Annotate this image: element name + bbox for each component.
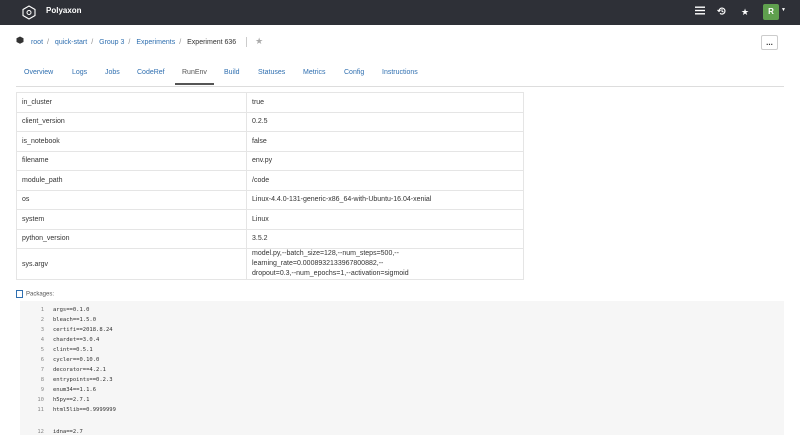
breadcrumb-group[interactable]: Group 3 <box>99 39 124 46</box>
tab-coderef[interactable]: CodeRef <box>130 62 172 85</box>
packages-label: Packages: <box>16 290 54 298</box>
breadcrumb-separator: / <box>128 39 131 46</box>
table-row: system Linux <box>16 209 524 230</box>
env-key: is_notebook <box>16 131 247 152</box>
polyaxon-logo-icon[interactable] <box>21 5 37 20</box>
line-number: 7 <box>40 367 44 373</box>
env-key: system <box>16 209 247 230</box>
tab-instructions[interactable]: Instructions <box>375 62 425 85</box>
file-icon <box>16 290 23 298</box>
env-value: false <box>246 131 524 152</box>
chevron-down-icon[interactable]: ▼ <box>781 7 786 13</box>
breadcrumb-separator: / <box>91 39 94 46</box>
tab-logs[interactable]: Logs <box>65 62 94 85</box>
package-entry: clint==0.5.1 <box>53 347 93 353</box>
bookmark-star-icon[interactable]: ★ <box>255 36 263 47</box>
env-value: 0.2.5 <box>246 111 524 132</box>
tab-build[interactable]: Build <box>217 62 247 85</box>
cube-icon <box>16 36 24 46</box>
packages-label-text: Packages: <box>26 291 55 298</box>
table-row: client_version 0.2.5 <box>16 111 524 132</box>
menu-icon[interactable] <box>694 6 706 18</box>
env-key: os <box>16 189 247 210</box>
breadcrumb: root / quick-start / Group 3 / Experiments /… <box>16 36 263 48</box>
env-key: in_cluster <box>16 92 247 113</box>
divider <box>246 37 248 48</box>
tab-metrics[interactable]: Metrics <box>296 62 333 85</box>
packages-code-block: 1 args==0.1.0 2 bleach==1.5.0 3 certifi==20… <box>20 301 784 435</box>
env-value: Linux <box>246 209 524 230</box>
breadcrumb-root[interactable]: root <box>31 39 43 46</box>
table-row: is_notebook false <box>16 131 524 152</box>
breadcrumb-experiments[interactable]: Experiments <box>136 39 175 46</box>
package-entry: h5py==2.7.1 <box>53 397 90 403</box>
tab-statuses[interactable]: Statuses <box>251 62 292 85</box>
env-value: 3.5.2 <box>246 228 524 249</box>
brand-name[interactable]: Polyaxon <box>46 6 82 15</box>
line-number: 9 <box>40 387 44 393</box>
env-value-line: model.py,--batch_size=128,--num_steps=50… <box>252 250 399 267</box>
line-number: 3 <box>40 327 44 333</box>
package-entry: idna==2.7 <box>53 429 83 435</box>
env-value-line: dropout=0.3,--num_epochs=1,--activation=… <box>252 270 409 277</box>
table-row: filename env.py <box>16 150 524 171</box>
env-key: sys.argv <box>16 248 247 280</box>
env-value: true <box>246 92 524 113</box>
table-row: sys.argv model.py,--batch_size=128,--num_… <box>16 248 524 280</box>
table-row: python_version 3.5.2 <box>16 228 524 249</box>
table-row: os Linux-4.4.0-131-generic-x86_64-with-Ub… <box>16 189 524 210</box>
line-number: 10 <box>37 397 44 403</box>
tab-config[interactable]: Config <box>337 62 371 85</box>
top-navbar: Polyaxon ★ R ▼ <box>0 0 800 25</box>
line-number: 12 <box>37 429 44 435</box>
breadcrumb-separator: / <box>179 39 182 46</box>
env-value: env.py <box>246 150 524 171</box>
package-entry: certifi==2018.8.24 <box>53 327 113 333</box>
package-entry: entrypoints==0.2.3 <box>53 377 113 383</box>
line-number: 4 <box>40 337 44 343</box>
more-actions-button[interactable]: ... <box>761 35 778 50</box>
table-row: module_path/code <box>16 170 524 191</box>
line-number: 2 <box>40 317 44 323</box>
tab-bar: Overview Logs Jobs CodeRef RunEnv Build … <box>16 62 784 87</box>
run-env-table: in_cluster true client_version 0.2.5 is_no… <box>16 92 524 280</box>
history-icon[interactable] <box>716 6 728 19</box>
tab-jobs[interactable]: Jobs <box>98 62 127 85</box>
star-icon[interactable]: ★ <box>739 6 751 18</box>
avatar[interactable]: R <box>763 4 779 20</box>
package-entry: html5lib==0.9999999 <box>53 407 116 413</box>
line-number: 6 <box>40 357 44 363</box>
env-value: /code <box>246 170 524 191</box>
package-entry: args==0.1.0 <box>53 307 90 313</box>
breadcrumb-current: Experiment 636 <box>187 39 237 46</box>
line-number: 8 <box>40 377 44 383</box>
line-number: 11 <box>37 407 44 413</box>
env-key: python_version <box>16 228 247 249</box>
breadcrumb-project[interactable]: quick-start <box>55 39 87 46</box>
tab-overview[interactable]: Overview <box>17 62 60 85</box>
package-entry: bleach==1.5.0 <box>53 317 97 323</box>
env-key: client_version <box>16 111 247 132</box>
env-key: filename <box>16 150 247 171</box>
env-key: module_path <box>16 170 247 191</box>
package-entry: decorator==4.2.1 <box>53 367 106 373</box>
package-entry: enum34==1.1.6 <box>53 387 97 393</box>
breadcrumb-separator: / <box>47 39 49 46</box>
package-entry: cycler==0.10.0 <box>53 357 100 363</box>
package-entry: chardet==3.0.4 <box>53 337 100 343</box>
env-value: model.py,--batch_size=128,--num_steps=50… <box>246 248 524 280</box>
line-number: 1 <box>40 307 44 313</box>
line-number: 5 <box>40 347 44 353</box>
env-value: Linux-4.4.0-131-generic-x86_64-with-Ubun… <box>246 189 524 210</box>
tab-runenv[interactable]: RunEnv <box>175 62 214 85</box>
table-row: in_cluster true <box>16 92 524 113</box>
